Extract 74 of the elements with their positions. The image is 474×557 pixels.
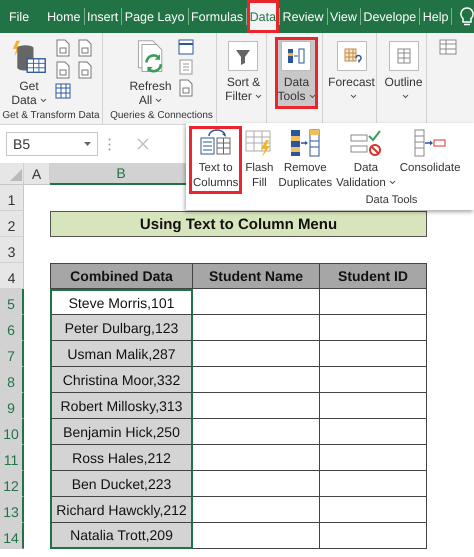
row-header[interactable]: 12 bbox=[0, 471, 24, 497]
ribbon-tab[interactable]: File bbox=[6, 0, 32, 33]
chart-grid-icon bbox=[336, 41, 366, 71]
row-header[interactable]: 7 bbox=[0, 341, 24, 367]
ribbon-button[interactable]: Forecast bbox=[326, 37, 377, 109]
table-cell: Robert Millosky,313 bbox=[50, 393, 193, 419]
row-header[interactable]: 3 bbox=[0, 237, 24, 263]
row-header[interactable]: 8 bbox=[0, 367, 24, 393]
table-cell: Benjamin Hick,250 bbox=[50, 419, 193, 445]
ribbon-button[interactable]: Refresh All bbox=[127, 37, 174, 109]
column-heading: Student ID bbox=[320, 263, 427, 289]
column-heading: Combined Data bbox=[50, 263, 193, 289]
ribbon-tab[interactable]: Data bbox=[246, 0, 280, 33]
grip-icon bbox=[108, 138, 111, 150]
column-header[interactable]: A bbox=[24, 163, 50, 185]
row-header[interactable]: 14 bbox=[0, 523, 24, 549]
menu-item[interactable]: Flash Fill bbox=[242, 126, 276, 194]
row-header[interactable]: 9 bbox=[0, 393, 24, 419]
ribbon-button[interactable]: Get Data bbox=[7, 37, 51, 109]
ribbon-tab[interactable]: Home bbox=[44, 0, 84, 33]
table-cell: Steve Morris,101 bbox=[50, 289, 193, 315]
group-label: Queries & Connections bbox=[109, 109, 214, 123]
sheet-title: Using Text to Column Menu bbox=[50, 211, 427, 237]
list-icon bbox=[178, 59, 194, 75]
name-box[interactable]: B5 bbox=[6, 132, 98, 156]
table-icon bbox=[55, 83, 71, 99]
document-icon bbox=[55, 39, 71, 57]
table-cell: Richard Hawckly,212 bbox=[50, 497, 193, 523]
table-cell: Peter Dulbarg,123 bbox=[50, 315, 193, 341]
row-header[interactable]: 11 bbox=[0, 445, 24, 471]
ribbon-tab[interactable]: Develope bbox=[360, 0, 420, 33]
row-header[interactable]: 5 bbox=[0, 289, 24, 315]
corner-triangle-icon bbox=[10, 169, 22, 181]
consolidate-icon bbox=[413, 128, 448, 158]
cancel-icon[interactable] bbox=[137, 138, 149, 150]
document-icon bbox=[77, 39, 93, 57]
group-label: Data Tools bbox=[364, 194, 418, 208]
table-icon bbox=[178, 39, 194, 55]
ribbon-button[interactable]: Data Tools bbox=[275, 37, 318, 109]
row-header[interactable]: 13 bbox=[0, 497, 24, 523]
row-header[interactable]: 6 bbox=[0, 315, 24, 341]
table-icon bbox=[439, 39, 457, 55]
column-heading: Student Name bbox=[193, 263, 320, 289]
link-document-icon bbox=[178, 79, 194, 97]
validation-icon bbox=[350, 128, 382, 158]
document-icon bbox=[55, 61, 71, 79]
menu-item[interactable]: Remove Duplicates bbox=[276, 126, 334, 194]
table-cell: Ben Ducket,223 bbox=[50, 471, 193, 497]
table-cell: Usman Malik,287 bbox=[50, 341, 193, 367]
ribbon-button[interactable]: Sort & Filter bbox=[223, 37, 264, 109]
grid-icon bbox=[388, 41, 418, 71]
table-cell: Natalia Trott,209 bbox=[50, 523, 193, 549]
menu-item[interactable]: Consolidate bbox=[398, 126, 462, 194]
columns-arrow-icon bbox=[289, 128, 322, 158]
ribbon-tab[interactable]: Help bbox=[420, 0, 452, 33]
row-header[interactable]: 4 bbox=[0, 263, 24, 289]
row-header[interactable]: 1 bbox=[0, 185, 24, 211]
select-all-button[interactable] bbox=[0, 163, 24, 185]
columns-icon bbox=[281, 41, 312, 71]
funnel-icon bbox=[228, 41, 258, 71]
ribbon-tab[interactable]: Insert bbox=[84, 0, 122, 33]
ribbon-tab[interactable]: Formulas bbox=[188, 0, 246, 33]
table-cell: Christina Moor,332 bbox=[50, 367, 193, 393]
lightbulb-icon[interactable] bbox=[460, 6, 474, 26]
table-cell: Ross Hales,212 bbox=[50, 445, 193, 471]
row-header[interactable]: 10 bbox=[0, 419, 24, 445]
menu-item[interactable]: Data Validation bbox=[334, 126, 398, 194]
ribbon-tab[interactable]: Page Layo bbox=[122, 0, 188, 33]
group-label: Get & Transform Data bbox=[2, 109, 100, 123]
ribbon-button[interactable]: Outline bbox=[382, 37, 425, 109]
row-header[interactable]: 2 bbox=[0, 211, 24, 237]
ribbon-tab[interactable]: View bbox=[327, 0, 360, 33]
ribbon-tab[interactable]: Review bbox=[280, 0, 327, 33]
document-icon bbox=[77, 61, 93, 79]
